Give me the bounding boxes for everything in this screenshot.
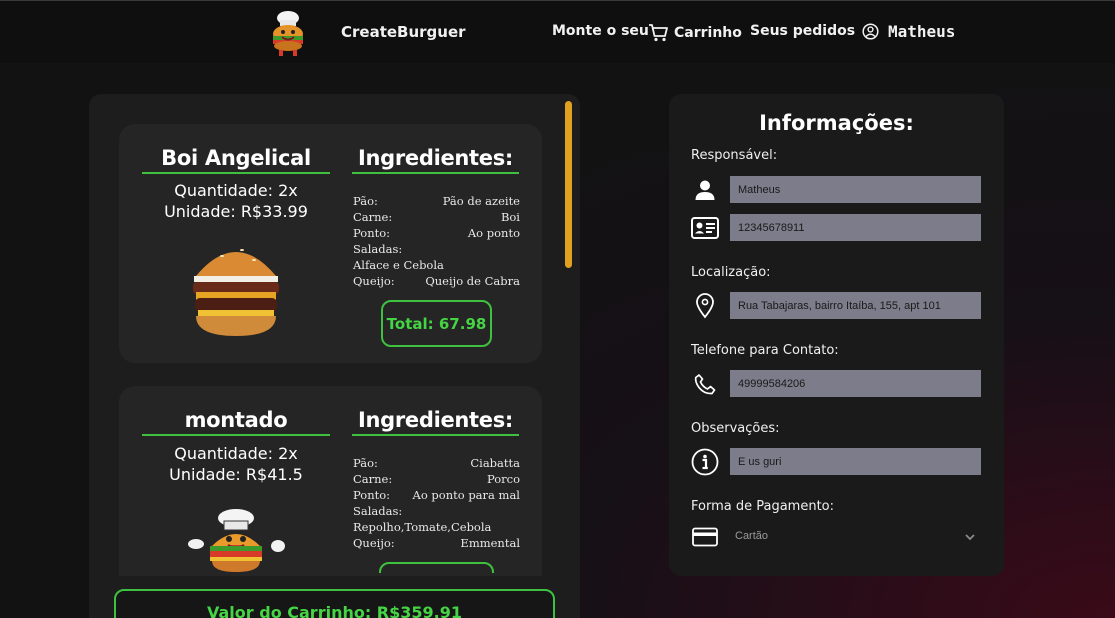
ingredients-title: Ingredientes: [352, 408, 519, 436]
ingredient-list: Pão: Ciabatta Carne: Porco Ponto: Ao ponto … [353, 455, 520, 551]
ingredient-row: Carne: Porco [353, 472, 520, 486]
ingredient-row: Saladas: [353, 504, 403, 518]
observations-field[interactable] [730, 448, 981, 475]
credit-card-icon [691, 523, 719, 551]
cart-scrollbar-thumb[interactable] [565, 101, 572, 268]
ingredient-row: Queijo: Queijo de Cabra [353, 274, 520, 288]
phone-icon [691, 370, 719, 398]
chef-burger-mascot-image [188, 509, 285, 572]
item-name: montado [142, 408, 330, 436]
ingredient-row: Queijo: Emmental [353, 536, 520, 550]
nav-seus-pedidos[interactable]: Seus pedidos [750, 23, 855, 39]
ingredient-row: Ponto: Ao ponto [353, 226, 520, 240]
shopping-cart-icon [649, 24, 668, 42]
ingredients-title: Ingredientes: [352, 146, 519, 174]
item-total-clip [379, 562, 494, 573]
ingredient-row: Alface e Cebola [353, 258, 444, 272]
cpf-field[interactable] [730, 214, 981, 241]
item-unit-price: Unidade: R$33.99 [164, 202, 308, 221]
phone-field[interactable] [730, 370, 981, 397]
ingredient-list: Pão: Pão de azeite Carne: Boi Ponto: Ao pon… [353, 193, 520, 289]
observacoes-label: Observações: [691, 421, 780, 436]
image-clip [180, 508, 290, 572]
chef-burger-logo-icon[interactable] [266, 9, 310, 57]
person-icon [691, 176, 719, 204]
responsavel-label: Responsável: [691, 148, 778, 163]
item-unit-price: Unidade: R$41.5 [169, 465, 303, 484]
localizacao-label: Localização: [691, 265, 771, 280]
item-name: Boi Angelical [142, 146, 330, 174]
burger-image [193, 249, 279, 336]
info-circle-icon [691, 448, 719, 476]
item-quantity: Quantidade: 2x [174, 444, 298, 463]
user-name: Matheus [888, 22, 956, 41]
payment-select-value: Cartão [735, 530, 769, 542]
address-field[interactable] [730, 292, 981, 319]
nav-monte-o-seu[interactable]: Monte o seu [552, 23, 649, 39]
pagamento-label: Forma de Pagamento: [691, 499, 834, 514]
location-pin-icon [691, 292, 719, 320]
nav-carrinho[interactable]: Carrinho [648, 23, 742, 42]
ingredient-row: Pão: Pão de azeite [353, 194, 520, 208]
item-total-button[interactable]: Total: 67.98 [381, 300, 492, 347]
navbar: CreateBurguer Monte o seu Carrinho Seus … [0, 0, 1115, 63]
nav-user-menu[interactable]: Matheus [862, 22, 955, 41]
item-quantity: Quantidade: 2x [174, 181, 298, 200]
item-total-button[interactable] [379, 562, 494, 573]
cart-total-bar[interactable]: Valor do Carrinho: R$359.91 [114, 589, 555, 618]
user-circle-icon [862, 23, 879, 40]
ingredient-row: Carne: Boi [353, 210, 520, 224]
chevron-down-icon[interactable] [963, 530, 977, 544]
ingredient-row: Pão: Ciabatta [353, 456, 520, 470]
name-field[interactable] [730, 176, 981, 203]
ingredient-row: Ponto: Ao ponto para mal [353, 488, 520, 502]
ingredient-row: Saladas: [353, 242, 403, 256]
info-title: Informações: [759, 111, 914, 135]
id-card-icon [691, 214, 719, 242]
telefone-label: Telefone para Contato: [691, 343, 839, 358]
brand-name[interactable]: CreateBurguer [341, 23, 466, 41]
ingredient-row: Repolho,Tomate,Cebola [353, 520, 492, 534]
nav-carrinho-label: Carrinho [674, 24, 742, 41]
